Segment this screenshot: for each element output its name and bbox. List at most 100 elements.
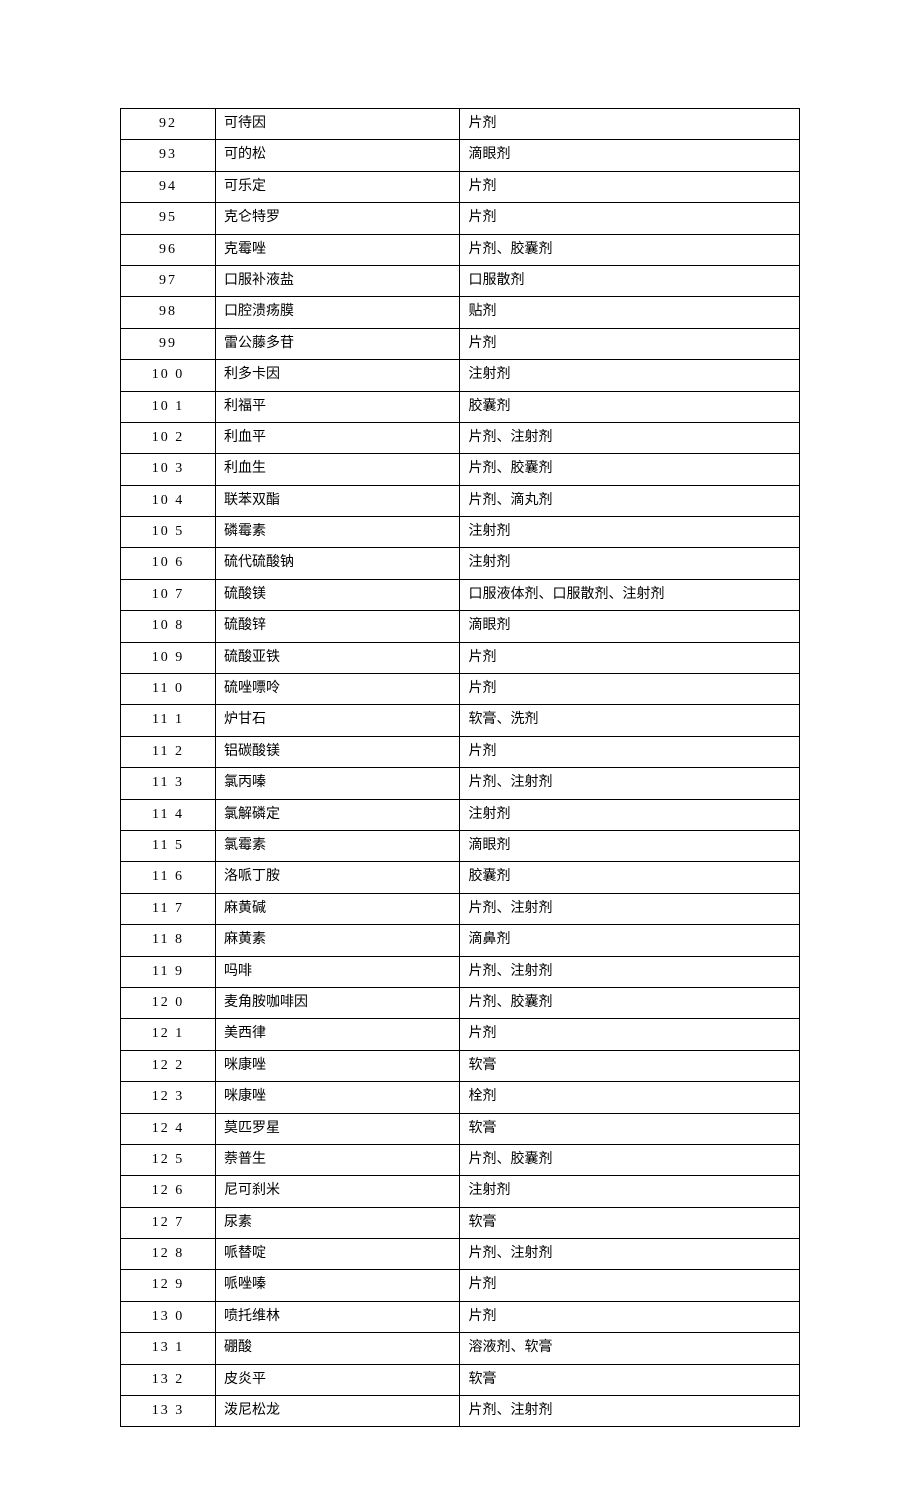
- cell-number: 95: [121, 203, 216, 234]
- cell-number: 12 8: [121, 1239, 216, 1270]
- cell-number: 10 9: [121, 642, 216, 673]
- cell-number: 10 0: [121, 360, 216, 391]
- cell-drug-name: 硫代硫酸钠: [216, 548, 460, 579]
- cell-drug-name: 硫唑嘌呤: [216, 674, 460, 705]
- cell-number: 11 0: [121, 674, 216, 705]
- cell-drug-name: 口服补液盐: [216, 265, 460, 296]
- cell-number: 11 6: [121, 862, 216, 893]
- table-row: 10 2利血平片剂、注射剂: [121, 422, 800, 453]
- cell-dosage-form: 软膏、洗剂: [460, 705, 800, 736]
- cell-dosage-form: 片剂: [460, 674, 800, 705]
- cell-dosage-form: 栓剂: [460, 1082, 800, 1113]
- cell-drug-name: 硫酸锌: [216, 611, 460, 642]
- table-row: 96克霉唑片剂、胶囊剂: [121, 234, 800, 265]
- cell-dosage-form: 滴鼻剂: [460, 925, 800, 956]
- cell-drug-name: 利血平: [216, 422, 460, 453]
- cell-number: 10 4: [121, 485, 216, 516]
- cell-drug-name: 铝碳酸镁: [216, 736, 460, 767]
- cell-number: 99: [121, 328, 216, 359]
- cell-number: 10 6: [121, 548, 216, 579]
- cell-number: 12 1: [121, 1019, 216, 1050]
- cell-dosage-form: 滴眼剂: [460, 611, 800, 642]
- cell-number: 92: [121, 109, 216, 140]
- table-row: 12 0麦角胺咖啡因片剂、胶囊剂: [121, 987, 800, 1018]
- cell-number: 94: [121, 171, 216, 202]
- cell-drug-name: 联苯双酯: [216, 485, 460, 516]
- cell-number: 12 2: [121, 1050, 216, 1081]
- table-row: 12 3咪康唑栓剂: [121, 1082, 800, 1113]
- table-row: 12 5萘普生片剂、胶囊剂: [121, 1144, 800, 1175]
- cell-drug-name: 莫匹罗星: [216, 1113, 460, 1144]
- table-row: 12 1美西律片剂: [121, 1019, 800, 1050]
- cell-dosage-form: 片剂: [460, 1301, 800, 1332]
- table-row: 12 7尿素软膏: [121, 1207, 800, 1238]
- table-row: 98口腔溃疡膜贴剂: [121, 297, 800, 328]
- cell-drug-name: 麻黄素: [216, 925, 460, 956]
- table-row: 92可待因片剂: [121, 109, 800, 140]
- table-row: 10 0利多卡因注射剂: [121, 360, 800, 391]
- cell-dosage-form: 口服液体剂、口服散剂、注射剂: [460, 579, 800, 610]
- cell-dosage-form: 贴剂: [460, 297, 800, 328]
- cell-number: 98: [121, 297, 216, 328]
- table-row: 94可乐定片剂: [121, 171, 800, 202]
- table-row: 12 6尼可刹米注射剂: [121, 1176, 800, 1207]
- cell-dosage-form: 片剂、滴丸剂: [460, 485, 800, 516]
- cell-number: 10 1: [121, 391, 216, 422]
- cell-dosage-form: 片剂: [460, 203, 800, 234]
- cell-dosage-form: 滴眼剂: [460, 830, 800, 861]
- cell-dosage-form: 片剂、注射剂: [460, 956, 800, 987]
- cell-number: 11 5: [121, 830, 216, 861]
- cell-number: 13 0: [121, 1301, 216, 1332]
- cell-number: 12 0: [121, 987, 216, 1018]
- cell-dosage-form: 滴眼剂: [460, 140, 800, 171]
- table-row: 95克仑特罗片剂: [121, 203, 800, 234]
- table-row: 11 6洛哌丁胺胶囊剂: [121, 862, 800, 893]
- cell-drug-name: 哌唑嗪: [216, 1270, 460, 1301]
- table-row: 11 1炉甘石软膏、洗剂: [121, 705, 800, 736]
- cell-drug-name: 炉甘石: [216, 705, 460, 736]
- cell-drug-name: 可待因: [216, 109, 460, 140]
- cell-drug-name: 利血生: [216, 454, 460, 485]
- cell-number: 12 7: [121, 1207, 216, 1238]
- cell-number: 96: [121, 234, 216, 265]
- cell-drug-name: 吗啡: [216, 956, 460, 987]
- cell-dosage-form: 片剂: [460, 1270, 800, 1301]
- table-row: 13 3泼尼松龙片剂、注射剂: [121, 1396, 800, 1427]
- cell-drug-name: 咪康唑: [216, 1050, 460, 1081]
- cell-dosage-form: 片剂: [460, 328, 800, 359]
- table-row: 10 8硫酸锌滴眼剂: [121, 611, 800, 642]
- cell-dosage-form: 片剂、注射剂: [460, 422, 800, 453]
- cell-number: 12 3: [121, 1082, 216, 1113]
- cell-drug-name: 美西律: [216, 1019, 460, 1050]
- cell-drug-name: 泼尼松龙: [216, 1396, 460, 1427]
- cell-drug-name: 尼可刹米: [216, 1176, 460, 1207]
- cell-dosage-form: 片剂: [460, 642, 800, 673]
- cell-dosage-form: 片剂: [460, 171, 800, 202]
- cell-drug-name: 雷公藤多苷: [216, 328, 460, 359]
- cell-drug-name: 皮炎平: [216, 1364, 460, 1395]
- table-row: 12 4莫匹罗星软膏: [121, 1113, 800, 1144]
- cell-number: 10 8: [121, 611, 216, 642]
- cell-dosage-form: 注射剂: [460, 799, 800, 830]
- table-row: 11 3氯丙嗪片剂、注射剂: [121, 768, 800, 799]
- cell-drug-name: 氯解磷定: [216, 799, 460, 830]
- cell-number: 11 4: [121, 799, 216, 830]
- cell-dosage-form: 片剂、注射剂: [460, 768, 800, 799]
- cell-number: 93: [121, 140, 216, 171]
- cell-number: 11 7: [121, 893, 216, 924]
- cell-drug-name: 萘普生: [216, 1144, 460, 1175]
- table-row: 11 7麻黄碱片剂、注射剂: [121, 893, 800, 924]
- cell-drug-name: 喷托维林: [216, 1301, 460, 1332]
- cell-number: 13 2: [121, 1364, 216, 1395]
- cell-number: 13 3: [121, 1396, 216, 1427]
- cell-dosage-form: 片剂、胶囊剂: [460, 987, 800, 1018]
- cell-dosage-form: 软膏: [460, 1364, 800, 1395]
- cell-number: 12 5: [121, 1144, 216, 1175]
- table-row: 11 8麻黄素滴鼻剂: [121, 925, 800, 956]
- cell-drug-name: 氯霉素: [216, 830, 460, 861]
- cell-drug-name: 利福平: [216, 391, 460, 422]
- table-row: 10 6硫代硫酸钠注射剂: [121, 548, 800, 579]
- table-row: 10 9硫酸亚铁片剂: [121, 642, 800, 673]
- cell-drug-name: 硫酸亚铁: [216, 642, 460, 673]
- cell-dosage-form: 片剂、注射剂: [460, 1239, 800, 1270]
